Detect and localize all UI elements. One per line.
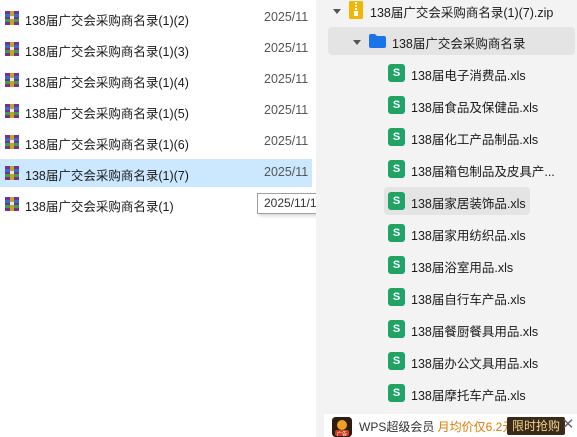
file-date: 2025/11 [264,72,309,86]
file-row-selected[interactable]: 138届广交会采购商名录(1)(7) 2025/11 [0,159,312,187]
file-row[interactable]: 138届广交会采购商名录(1)(6) 2025/11 [0,128,312,156]
excel-file-icon: S [388,160,405,178]
file-name: 138届广交会采购商名录(1)(4) [25,76,189,90]
excel-file-icon: S [388,224,405,242]
file-name: 138届广交会采购商名录(1)(7) [25,169,189,183]
excel-file-icon: S [388,96,405,114]
xls-file-name: 138届餐厨餐具用品.xls [411,325,539,339]
xls-file-name: 138届浴室用品.xls [411,261,514,275]
chevron-down-icon[interactable] [352,36,362,46]
excel-file-icon: S [388,320,405,338]
file-date: 2025/11 [264,10,309,24]
file-row[interactable]: 138届广交会采购商名录(1)(5) 2025/11 [0,97,312,125]
xls-file-name: 138届食品及保健品.xls [411,101,539,115]
xls-file-row[interactable]: S 138届浴室用品.xls [316,251,577,279]
file-date: 2025/11 [264,41,309,55]
wps-ad-banner[interactable]: 广告 WPS超级会员 月均价仅6.2元 限时抢购 ✕ [324,414,577,437]
xls-file-name: 138届自行车产品.xls [411,293,526,307]
excel-file-icon: S [388,128,405,146]
folder-name: 138届广交会采购商名录 [392,37,526,51]
rar-archive-icon [4,72,20,88]
rar-archive-icon [4,10,20,26]
excel-file-icon: S [388,64,405,82]
file-name: 138届广交会采购商名录(1)(2) [25,14,189,28]
excel-file-icon: S [388,384,405,402]
rar-archive-icon [4,134,20,150]
xls-file-row[interactable]: S 138届餐厨餐具用品.xls [316,315,577,343]
rar-archive-icon [4,41,20,57]
file-date: 2025/11 [264,134,309,148]
ad-text-prefix: WPS超级会员 [359,420,438,434]
xls-file-name: 138届家居装饰品.xls [411,197,526,211]
ad-price: 月均价仅6.2元 [437,420,515,434]
xls-file-name: 138届家用纺织品.xls [411,229,526,243]
file-name: 138届广交会采购商名录(1) [25,200,174,214]
xls-file-row[interactable]: S 138届箱包制品及皮具产... [316,155,577,183]
file-date: 2025/11 [264,165,309,179]
xls-file-row[interactable]: S 138届自行车产品.xls [316,283,577,311]
xls-file-row[interactable]: S 138届家用纺织品.xls [316,219,577,247]
excel-file-icon: S [388,192,405,210]
file-name: 138届广交会采购商名录(1)(5) [25,107,189,121]
rar-archive-icon [4,196,20,212]
ad-badge-text: 广告 [337,431,347,437]
wps-vip-avatar-icon: 广告 [332,417,352,437]
xls-file-row[interactable]: S 138届化工产品制品.xls [316,123,577,151]
close-icon[interactable]: ✕ [561,416,575,434]
xls-file-name: 138届化工产品制品.xls [411,133,539,147]
xls-file-name: 138届办公文具用品.xls [411,357,539,371]
file-name: 138届广交会采购商名录(1)(6) [25,138,189,152]
xls-file-name: 138届箱包制品及皮具产... [411,165,555,179]
rar-archive-icon [4,165,20,181]
excel-file-icon: S [388,256,405,274]
ad-text: WPS超级会员 月均价仅6.2元 [359,418,514,435]
xls-file-row[interactable]: S 138届电子消费品.xls [316,59,577,87]
chevron-down-icon[interactable] [332,5,342,15]
file-row[interactable]: 138届广交会采购商名录(1)(4) 2025/11 [0,66,312,94]
xls-file-row-hovered[interactable]: S 138届家居装饰品.xls [384,187,530,215]
folder-icon [369,34,386,48]
excel-file-icon: S [388,352,405,370]
zip-file-icon [349,1,363,19]
rar-archive-icon [4,103,20,119]
file-row[interactable]: 138届广交会采购商名录(1)(2) 2025/11 [0,4,312,32]
archive-preview-pane: 138届广交会采购商名录(1)(7).zip 138届广交会采购商名录 S 13… [316,0,577,437]
file-date: 2025/11 [264,103,309,117]
zip-file-name: 138届广交会采购商名录(1)(7).zip [370,6,554,20]
xls-file-row[interactable]: S 138届摩托车产品.xls [316,379,577,407]
xls-file-name: 138届电子消费品.xls [411,69,526,83]
xls-file-row[interactable]: S 138届食品及保健品.xls [316,91,577,119]
tree-row-folder[interactable]: 138届广交会采购商名录 [328,27,575,55]
limited-offer-button[interactable]: 限时抢购 [507,417,566,435]
xls-file-name: 138届摩托车产品.xls [411,389,526,403]
file-row[interactable]: 138届广交会采购商名录(1)(3) 2025/11 [0,35,312,63]
tree-row-zip[interactable]: 138届广交会采购商名录(1)(7).zip [316,0,577,24]
file-list-pane: 138届广交会采购商名录(1)(2) 2025/11 138届广交会采购商名录(… [0,0,316,437]
excel-file-icon: S [388,288,405,306]
file-name: 138届广交会采购商名录(1)(3) [25,45,189,59]
xls-file-row[interactable]: S 138届办公文具用品.xls [316,347,577,375]
